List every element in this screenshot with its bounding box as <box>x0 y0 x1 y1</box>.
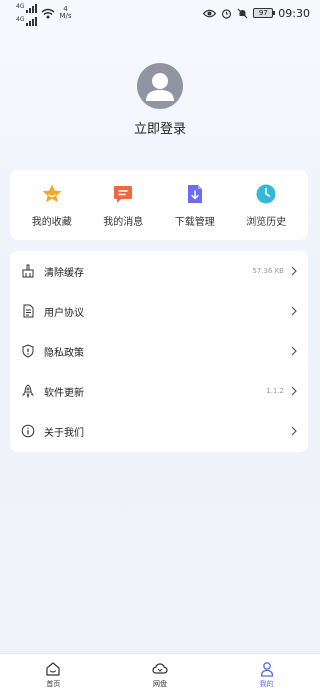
status-right: 97 09:30 <box>203 7 310 20</box>
network-speed: 4 M/s <box>59 5 72 20</box>
quick-action-label: 我的收藏 <box>31 216 72 228</box>
eye-icon <box>203 9 217 17</box>
nav-tab-label: 网盘 <box>152 679 167 688</box>
settings-menu-card: 清除缓存 57.36 KB 用户协议 隐私政策 软件更新 1.1.2 关于我们 <box>10 251 308 452</box>
menu-item-privacy-policy[interactable]: 隐私政策 <box>20 331 298 371</box>
nav-tab-label: 首页 <box>46 679 61 688</box>
menu-item-software-update[interactable]: 软件更新 1.1.2 <box>20 371 298 411</box>
quick-action-label: 我的消息 <box>103 216 144 228</box>
person-icon <box>259 661 275 677</box>
document-icon <box>20 303 36 319</box>
signal-icon-2 <box>26 14 38 26</box>
nav-tab-label: 我的 <box>259 679 274 688</box>
status-bar: 4G 4G 4 M/s 97 09:30 <box>0 0 320 26</box>
download-icon <box>184 183 206 205</box>
message-icon <box>112 183 134 205</box>
quick-action-label: 浏览历史 <box>246 216 287 228</box>
quick-action-downloads[interactable]: 下载管理 <box>161 183 229 228</box>
battery-icon: 97 <box>253 8 276 18</box>
cloud-drive-icon <box>152 661 168 677</box>
bottom-navigation: 首页 网盘 我的 <box>0 653 320 693</box>
menu-item-label: 用户协议 <box>44 307 84 319</box>
chevron-right-icon <box>290 305 298 317</box>
home-icon <box>45 661 61 677</box>
broom-icon <box>20 263 36 279</box>
quick-action-messages[interactable]: 我的消息 <box>89 183 157 228</box>
nav-tab-cloud-drive[interactable]: 网盘 <box>120 659 200 689</box>
network-type-2: 4G <box>16 15 25 23</box>
signal-icon-1 <box>26 1 38 13</box>
quick-action-label: 下载管理 <box>174 216 215 228</box>
quick-action-history[interactable]: 浏览历史 <box>232 183 300 228</box>
network-type-1: 4G <box>16 2 25 10</box>
menu-item-about-us[interactable]: 关于我们 <box>20 411 298 451</box>
nav-tab-mine[interactable]: 我的 <box>227 659 307 689</box>
default-avatar-icon <box>146 73 174 101</box>
menu-item-label: 软件更新 <box>44 387 84 399</box>
chevron-right-icon <box>290 265 298 277</box>
rocket-icon <box>20 383 36 399</box>
clock-time: 09:30 <box>278 6 310 20</box>
chevron-right-icon <box>290 345 298 357</box>
star-icon <box>41 183 63 205</box>
menu-item-user-agreement[interactable]: 用户协议 <box>20 291 298 331</box>
status-left: 4G 4G 4 M/s <box>16 1 72 26</box>
sim-signals: 4G 4G <box>16 1 38 26</box>
menu-item-label: 清除缓存 <box>44 267 84 279</box>
menu-item-label: 关于我们 <box>44 427 84 439</box>
cache-size-value: 57.36 KB <box>252 267 284 275</box>
wifi-icon <box>41 8 55 18</box>
mute-bell-icon <box>237 8 248 18</box>
login-button[interactable]: 立即登录 <box>0 118 320 137</box>
info-icon <box>20 423 36 439</box>
clock-icon <box>255 183 277 205</box>
alarm-icon <box>222 8 232 19</box>
menu-item-clear-cache[interactable]: 清除缓存 57.36 KB <box>20 251 298 291</box>
quick-action-favorites[interactable]: 我的收藏 <box>18 183 86 228</box>
quick-actions-card: 我的收藏 我的消息 下载管理 浏览历史 <box>10 170 308 240</box>
app-version-value: 1.1.2 <box>266 387 284 395</box>
chevron-right-icon <box>290 385 298 397</box>
nav-tab-home[interactable]: 首页 <box>13 659 93 689</box>
chevron-right-icon <box>290 425 298 437</box>
shield-icon <box>20 343 36 359</box>
menu-item-label: 隐私政策 <box>44 347 84 359</box>
avatar[interactable] <box>137 63 183 109</box>
